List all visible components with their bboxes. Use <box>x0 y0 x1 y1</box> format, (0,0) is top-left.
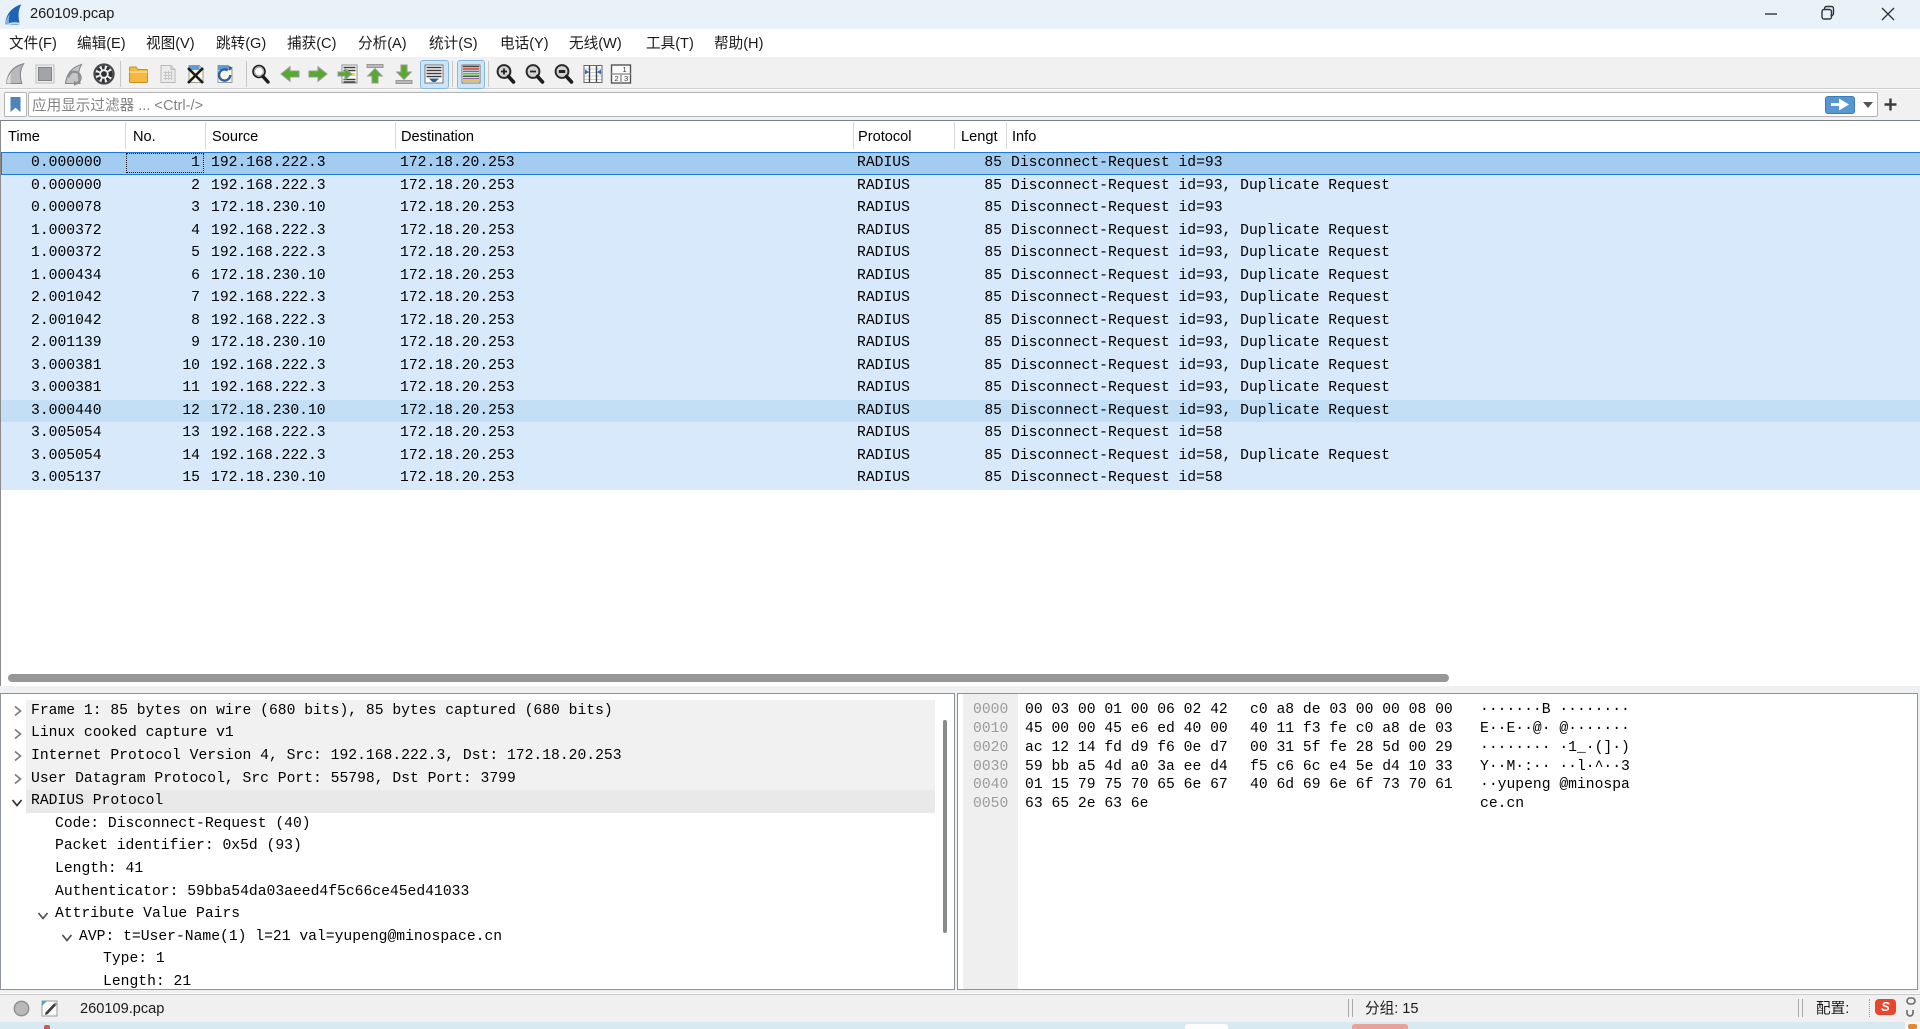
svg-text:3: 3 <box>624 74 628 83</box>
svg-text:2: 2 <box>614 74 618 83</box>
svg-text:1: 1 <box>622 65 626 74</box>
